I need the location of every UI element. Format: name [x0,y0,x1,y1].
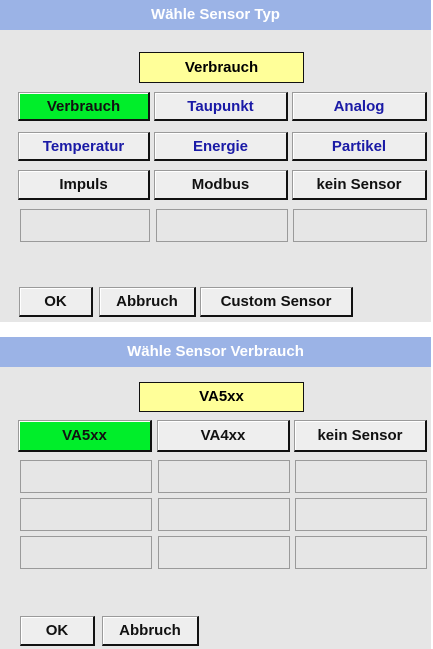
option-verbrauch[interactable]: Verbrauch [18,92,150,121]
empty-slot [295,460,427,493]
empty-slot [158,498,290,531]
sensor-verbrauch-panel: Wähle Sensor Verbrauch VA5xx VA5xx VA4xx… [0,337,433,649]
cancel-button[interactable]: Abbruch [99,287,196,317]
option-partikel[interactable]: Partikel [292,132,427,161]
empty-slot [158,536,290,569]
option-energie[interactable]: Energie [154,132,288,161]
empty-slot [20,460,152,493]
option-va4xx[interactable]: VA4xx [157,420,290,452]
empty-slot [295,498,427,531]
option-taupunkt[interactable]: Taupunkt [154,92,288,121]
empty-slot [295,536,427,569]
option-impuls[interactable]: Impuls [18,170,150,200]
panel-title: Wähle Sensor Typ [0,0,431,30]
option-analog[interactable]: Analog [292,92,427,121]
option-va5xx[interactable]: VA5xx [18,420,152,452]
sensor-type-panel: Wähle Sensor Typ Verbrauch Verbrauch Tau… [0,0,433,322]
option-kein-sensor[interactable]: kein Sensor [294,420,427,452]
ok-button[interactable]: OK [20,616,95,646]
empty-slot [20,498,152,531]
custom-sensor-button[interactable]: Custom Sensor [200,287,353,317]
selected-sensor-type: Verbrauch [139,52,304,83]
selected-sensor: VA5xx [139,382,304,412]
empty-slot [158,460,290,493]
panel-title: Wähle Sensor Verbrauch [0,337,431,367]
ok-button[interactable]: OK [19,287,93,317]
cancel-button[interactable]: Abbruch [102,616,199,646]
empty-slot [20,536,152,569]
option-kein-sensor[interactable]: kein Sensor [292,170,427,200]
empty-slot [293,209,427,242]
option-temperatur[interactable]: Temperatur [18,132,150,161]
empty-slot [156,209,288,242]
option-modbus[interactable]: Modbus [154,170,288,200]
empty-slot [20,209,150,242]
